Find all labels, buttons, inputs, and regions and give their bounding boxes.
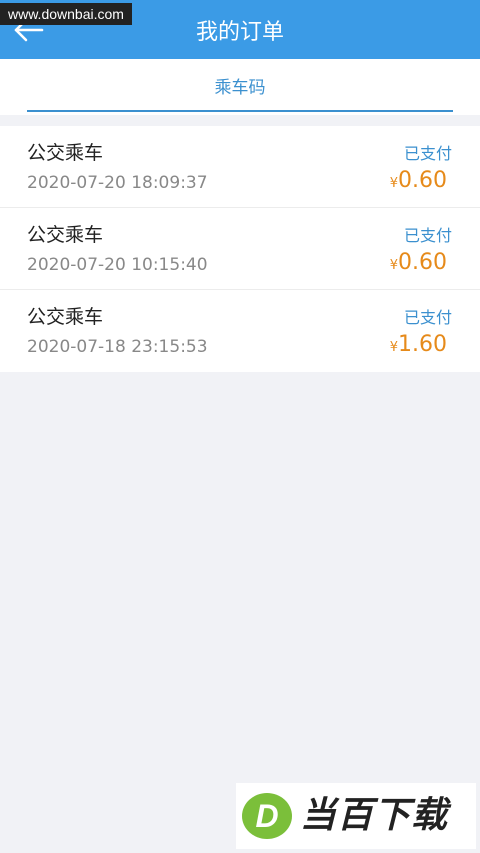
watermark-label: www.downbai.com: [0, 3, 132, 25]
order-time: 2020-07-20 18:09:37: [27, 173, 208, 193]
order-title: 公交乘车: [27, 306, 104, 328]
tab-bar: 乘车码: [0, 59, 480, 115]
tab-ride-code[interactable]: 乘车码: [0, 59, 480, 117]
app-header: 我的订单 www.downbai.com: [0, 0, 480, 59]
order-item[interactable]: 公交乘车 2020-07-18 23:15:53 已支付 ¥1.60: [0, 290, 480, 372]
logo-badge-letter: D: [255, 798, 278, 834]
currency-symbol: ¥: [389, 176, 399, 191]
logo-text: 当百下载: [300, 795, 449, 836]
order-list: 公交乘车 2020-07-20 18:09:37 已支付 ¥0.60 公交乘车 …: [0, 126, 480, 372]
order-title: 公交乘车: [27, 224, 104, 246]
order-item[interactable]: 公交乘车 2020-07-20 10:15:40 已支付 ¥0.60: [0, 208, 480, 290]
currency-symbol: ¥: [389, 340, 399, 355]
order-item[interactable]: 公交乘车 2020-07-20 18:09:37 已支付 ¥0.60: [0, 126, 480, 208]
order-status: 已支付: [403, 144, 452, 163]
tab-active-indicator: [27, 110, 453, 112]
order-status: 已支付: [403, 226, 452, 245]
amount-value: 1.60: [398, 332, 447, 357]
amount-value: 0.60: [398, 250, 447, 275]
order-time: 2020-07-20 10:15:40: [27, 255, 208, 275]
order-status: 已支付: [403, 308, 452, 327]
order-time: 2020-07-18 23:15:53: [27, 337, 208, 357]
order-amount: ¥1.60: [390, 332, 447, 357]
logo-badge-icon: D: [242, 793, 292, 839]
order-title: 公交乘车: [27, 142, 104, 164]
order-amount: ¥0.60: [390, 168, 447, 193]
currency-symbol: ¥: [389, 258, 399, 273]
order-amount: ¥0.60: [390, 250, 447, 275]
site-logo: D 当百下载: [236, 783, 476, 849]
amount-value: 0.60: [398, 168, 447, 193]
